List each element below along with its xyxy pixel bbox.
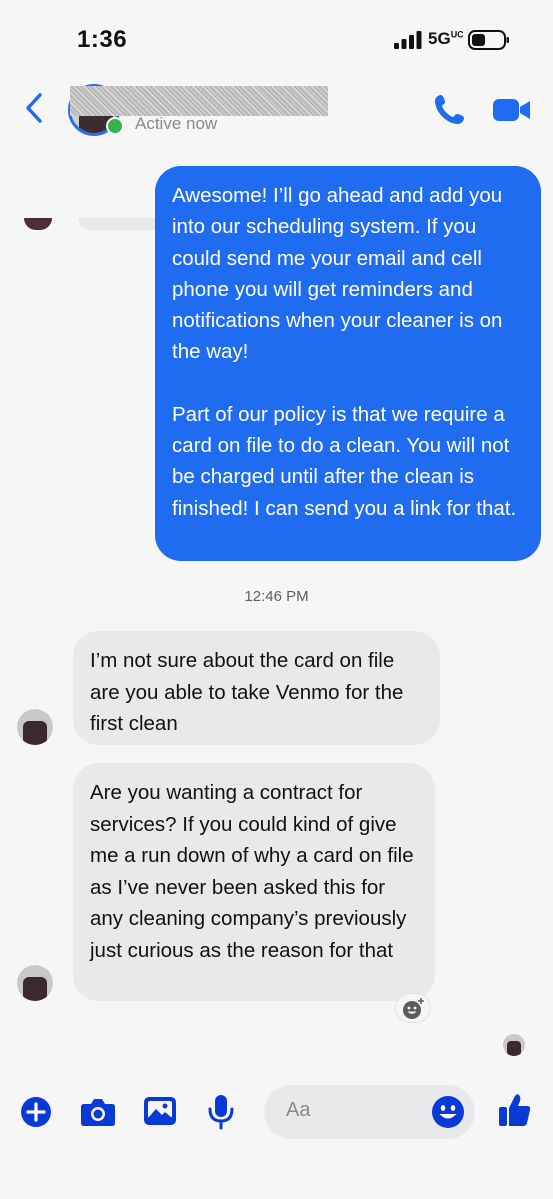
outgoing-message-bubble[interactable]: Awesome! I’ll go ahead and add you into … xyxy=(155,166,541,561)
message-text: Are you wanting a contract for services?… xyxy=(90,781,414,962)
status-bar: 1:36 5GUC xyxy=(0,0,553,80)
message-input-placeholder: Aa xyxy=(286,1099,311,1121)
network-label: 5GUC xyxy=(428,29,464,48)
emoji-icon[interactable] xyxy=(431,1095,465,1129)
online-status-dot xyxy=(106,117,124,135)
microphone-icon[interactable] xyxy=(207,1094,235,1130)
plus-icon[interactable] xyxy=(20,1096,52,1128)
back-chevron-icon[interactable] xyxy=(22,90,46,126)
add-reaction-icon xyxy=(403,998,424,1019)
gallery-icon[interactable] xyxy=(143,1095,177,1127)
camera-icon[interactable] xyxy=(80,1096,116,1128)
sender-avatar[interactable] xyxy=(17,965,53,1001)
message-text: Awesome! I’ll go ahead and add you into … xyxy=(172,184,503,364)
previous-message-avatar xyxy=(24,218,52,230)
message-timestamp: 12:46 PM xyxy=(244,588,309,605)
incoming-message-bubble[interactable]: I’m not sure about the card on file are … xyxy=(73,631,440,745)
battery-icon xyxy=(468,30,509,50)
chat-header: Active now xyxy=(0,80,553,230)
sender-avatar[interactable] xyxy=(17,709,53,745)
incoming-message-bubble[interactable]: Are you wanting a contract for services?… xyxy=(73,763,435,1001)
contact-name-redacted[interactable] xyxy=(70,86,328,116)
phone-icon[interactable] xyxy=(433,92,467,126)
home-indicator-area xyxy=(0,1190,553,1199)
composer-bar: Aa xyxy=(0,1070,553,1160)
add-reaction-button[interactable] xyxy=(395,993,431,1023)
message-text: I’m not sure about the card on file are … xyxy=(90,649,404,735)
seen-receipt-avatar xyxy=(503,1034,525,1056)
active-status: Active now xyxy=(135,114,218,133)
thumbs-up-icon[interactable] xyxy=(498,1092,532,1128)
status-time: 1:36 xyxy=(77,26,128,53)
signal-icon xyxy=(394,31,422,49)
message-text: Part of our policy is that we require a … xyxy=(172,402,517,520)
message-input[interactable]: Aa xyxy=(264,1085,475,1139)
video-camera-icon[interactable] xyxy=(492,96,532,124)
